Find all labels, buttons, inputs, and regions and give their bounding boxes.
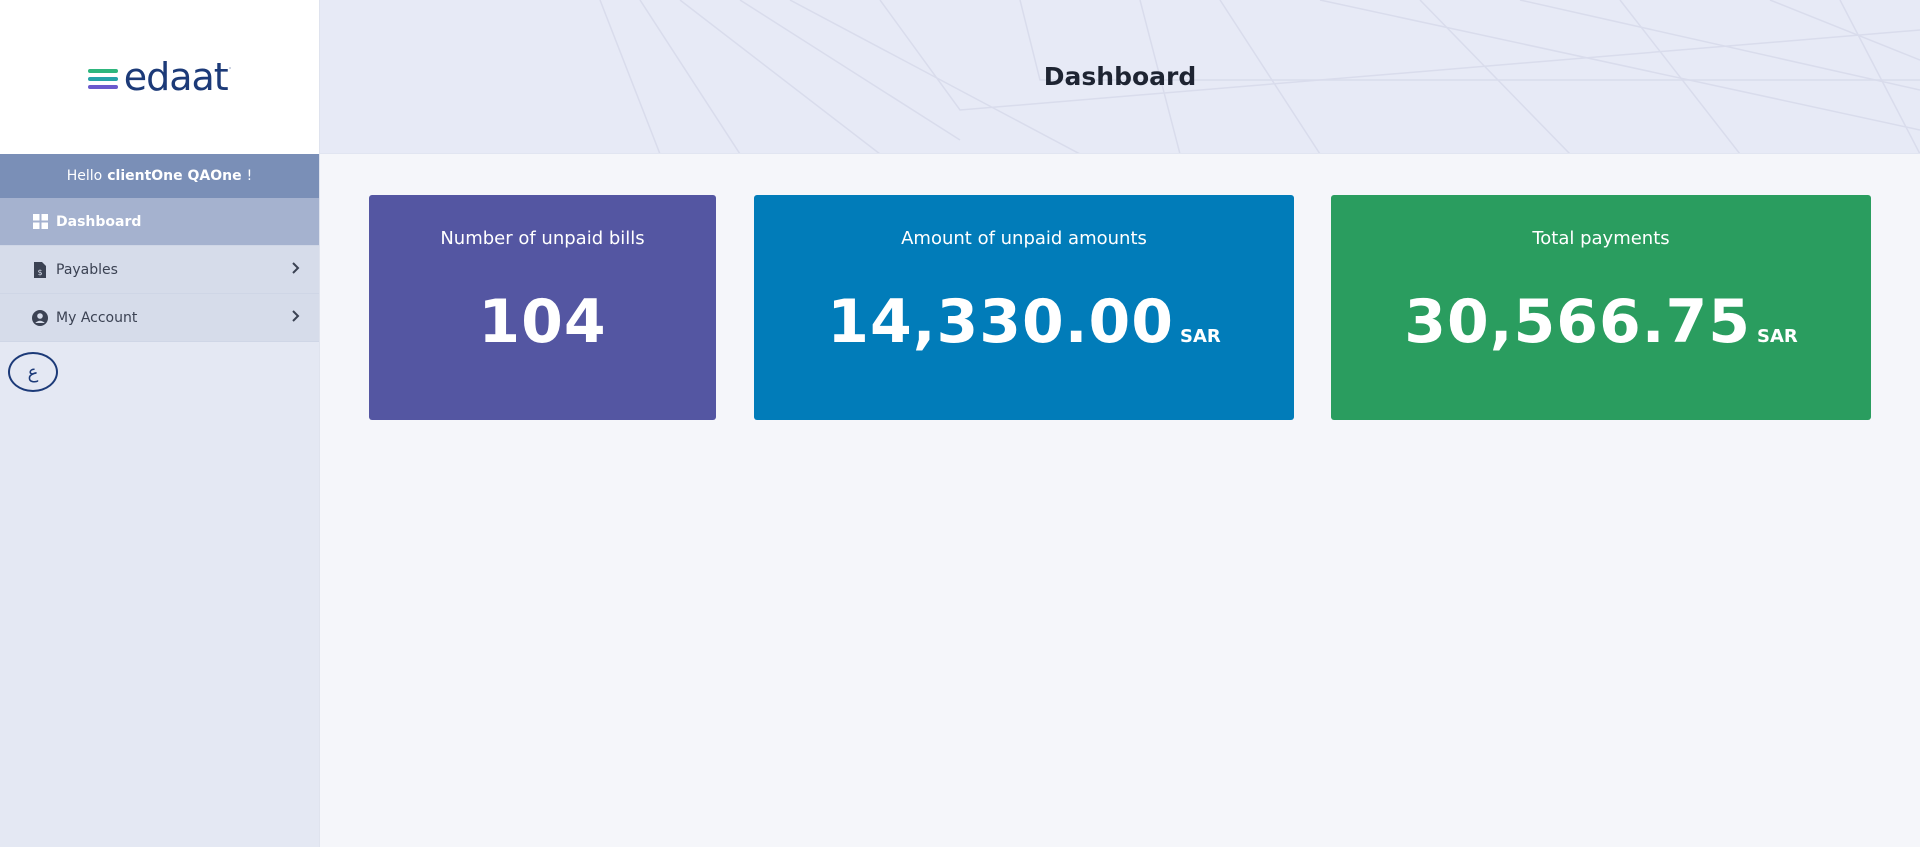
svg-text:$: $ bbox=[37, 268, 42, 277]
language-toggle-button[interactable]: ع bbox=[8, 352, 58, 392]
sidebar-item-payables[interactable]: $ Payables bbox=[0, 246, 319, 294]
user-greeting: Hello clientOne QAOne ! bbox=[0, 154, 319, 198]
chevron-right-icon bbox=[291, 309, 301, 326]
card-value: 30,566.75 SAR bbox=[1331, 287, 1871, 357]
page-title: Dashboard bbox=[1043, 62, 1197, 91]
chevron-right-icon bbox=[291, 261, 301, 278]
currency-unit: SAR bbox=[1757, 326, 1798, 347]
currency-unit: SAR bbox=[1180, 326, 1221, 347]
total-payments-card: Total payments 30,566.75 SAR bbox=[1331, 195, 1871, 420]
logo-bars-icon bbox=[87, 69, 118, 89]
sidebar-item-label: Dashboard bbox=[56, 213, 142, 230]
greeting-prefix: Hello bbox=[66, 168, 103, 184]
page-header: Dashboard bbox=[320, 0, 1920, 154]
card-number: 30,566.75 bbox=[1404, 287, 1752, 357]
sidebar-item-dashboard[interactable]: Dashboard bbox=[0, 198, 319, 246]
card-value: 14,330.00 SAR bbox=[754, 287, 1294, 357]
invoice-icon: $ bbox=[32, 261, 48, 278]
sidebar-item-label: My Account bbox=[56, 309, 138, 326]
user-circle-icon bbox=[32, 309, 48, 326]
greeting-suffix: ! bbox=[246, 168, 253, 184]
unpaid-bills-card: Number of unpaid bills 104 bbox=[369, 195, 716, 420]
sidebar-item-my-account[interactable]: My Account bbox=[0, 294, 319, 342]
sidebar: edaat · Hello clientOne QAOne ! Dashboar… bbox=[0, 0, 320, 847]
unpaid-amounts-card: Amount of unpaid amounts 14,330.00 SAR bbox=[754, 195, 1294, 420]
dashboard-grid-icon bbox=[32, 214, 48, 230]
card-title: Amount of unpaid amounts bbox=[901, 228, 1147, 249]
logo-text: edaat bbox=[123, 55, 229, 99]
card-title: Total payments bbox=[1532, 228, 1670, 249]
card-title: Number of unpaid bills bbox=[440, 228, 645, 249]
logo-area: edaat · bbox=[0, 0, 319, 154]
card-number: 104 bbox=[478, 287, 607, 357]
sidebar-item-label: Payables bbox=[56, 261, 118, 278]
greeting-username: clientOne QAOne bbox=[107, 168, 242, 184]
card-value: 104 bbox=[369, 287, 716, 357]
logo-mark: · bbox=[228, 64, 232, 73]
edaat-logo[interactable]: edaat · bbox=[87, 55, 232, 99]
card-number: 14,330.00 bbox=[827, 287, 1175, 357]
